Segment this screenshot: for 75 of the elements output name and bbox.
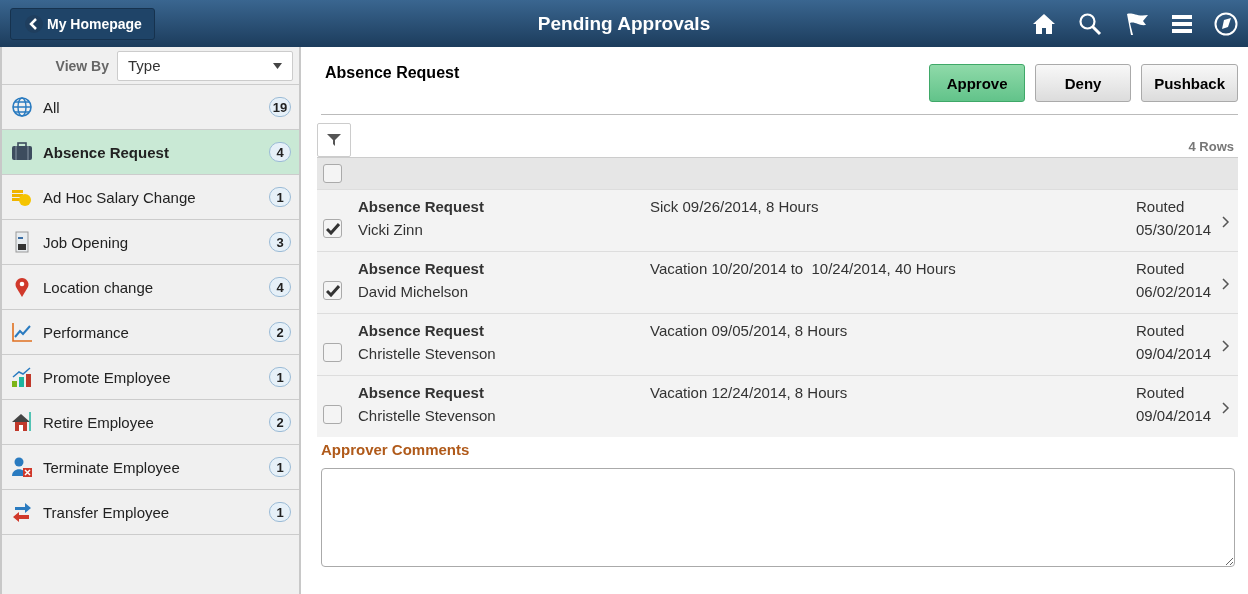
row-checkbox[interactable]	[323, 405, 342, 424]
category-item[interactable]: Job Opening 3	[2, 220, 299, 265]
request-type: Absence Request	[358, 384, 485, 401]
count-badge: 2	[269, 412, 291, 432]
row-checkbox[interactable]	[323, 219, 342, 238]
request-date: 09/04/2014	[1136, 407, 1213, 424]
count-badge: 1	[269, 502, 291, 522]
request-status: Routed	[1136, 198, 1186, 215]
search-icon[interactable]	[1078, 11, 1102, 36]
request-type: Absence Request	[358, 322, 485, 339]
employee-name: Christelle Stevenson	[358, 345, 497, 362]
house-icon	[11, 411, 33, 433]
count-badge: 2	[269, 322, 291, 342]
employee-name: Christelle Stevenson	[358, 407, 497, 424]
view-by-dropdown[interactable]: Type	[117, 50, 293, 81]
request-status: Routed	[1136, 384, 1186, 401]
comments-label: Approver Comments	[321, 441, 471, 458]
row-checkbox[interactable]	[323, 281, 342, 300]
employee-name: David Michelson	[358, 283, 470, 300]
request-status: Routed	[1136, 260, 1186, 277]
page-title: Pending Approvals	[537, 12, 711, 35]
category-item[interactable]: Transfer Employee 1	[2, 490, 299, 535]
request-detail: Vacation 12/24/2014, 8 Hours	[650, 384, 848, 401]
employee-name: Vicki Zinn	[358, 221, 424, 238]
action-button[interactable]: Deny	[1035, 64, 1132, 102]
menu-icon[interactable]	[1172, 13, 1192, 34]
category-item[interactable]: Ad Hoc Salary Change 1	[2, 175, 299, 220]
count-badge: 1	[269, 457, 291, 477]
request-detail: Vacation 09/05/2014, 8 Hours	[650, 322, 848, 339]
person-remove-icon	[11, 456, 33, 478]
category-item[interactable]: Location change 4	[2, 265, 299, 310]
action-button[interactable]: Pushback	[1141, 64, 1238, 102]
select-all-checkbox[interactable]	[323, 164, 342, 183]
filter-button[interactable]	[317, 123, 351, 157]
request-date: 09/04/2014	[1136, 345, 1213, 362]
count-badge: 4	[269, 142, 291, 162]
home-icon[interactable]	[1032, 12, 1056, 35]
globe-icon	[11, 96, 33, 118]
count-badge: 4	[269, 277, 291, 297]
dropdown-arrow-icon	[273, 62, 282, 69]
request-status: Routed	[1136, 322, 1186, 339]
chevron-right-icon[interactable]	[1222, 402, 1230, 414]
chevron-right-icon[interactable]	[1222, 340, 1230, 352]
view-by-label: View By	[55, 57, 109, 74]
count-badge: 1	[269, 367, 291, 387]
count-badge: 19	[269, 97, 291, 117]
filter-icon	[327, 133, 341, 147]
request-detail: Sick 09/26/2014, 8 Hours	[650, 198, 819, 215]
request-date: 05/30/2014	[1136, 221, 1213, 238]
line-chart-icon	[11, 321, 33, 343]
row-count: 4 Rows	[1188, 139, 1234, 154]
request-date: 06/02/2014	[1136, 283, 1213, 300]
briefcase-icon	[11, 141, 33, 163]
back-chevron-icon	[25, 14, 43, 33]
count-badge: 1	[269, 187, 291, 207]
category-item[interactable]: Promote Employee 1	[2, 355, 299, 400]
category-item[interactable]: Terminate Employee 1	[2, 445, 299, 490]
count-badge: 3	[269, 232, 291, 252]
row-checkbox[interactable]	[323, 343, 342, 362]
comments-field[interactable]	[321, 468, 1235, 567]
flag-icon[interactable]	[1124, 11, 1150, 36]
category-item[interactable]: Performance 2	[2, 310, 299, 355]
action-button[interactable]: Approve	[929, 64, 1026, 102]
chevron-right-icon[interactable]	[1222, 278, 1230, 290]
section-title: Absence Request	[325, 64, 460, 83]
back-button[interactable]: My Homepage	[10, 7, 155, 40]
request-type: Absence Request	[358, 260, 485, 277]
swap-arrows-icon	[11, 501, 33, 523]
request-detail: Vacation 10/20/2014 to 10/24/2014, 40 Hours	[650, 260, 956, 277]
bar-chart-icon	[11, 366, 33, 388]
request-type: Absence Request	[358, 198, 485, 215]
category-item[interactable]: Retire Employee 2	[2, 400, 299, 445]
compass-icon[interactable]	[1214, 11, 1238, 36]
category-item[interactable]: Absence Request 4	[2, 130, 299, 175]
chevron-right-icon[interactable]	[1222, 216, 1230, 228]
